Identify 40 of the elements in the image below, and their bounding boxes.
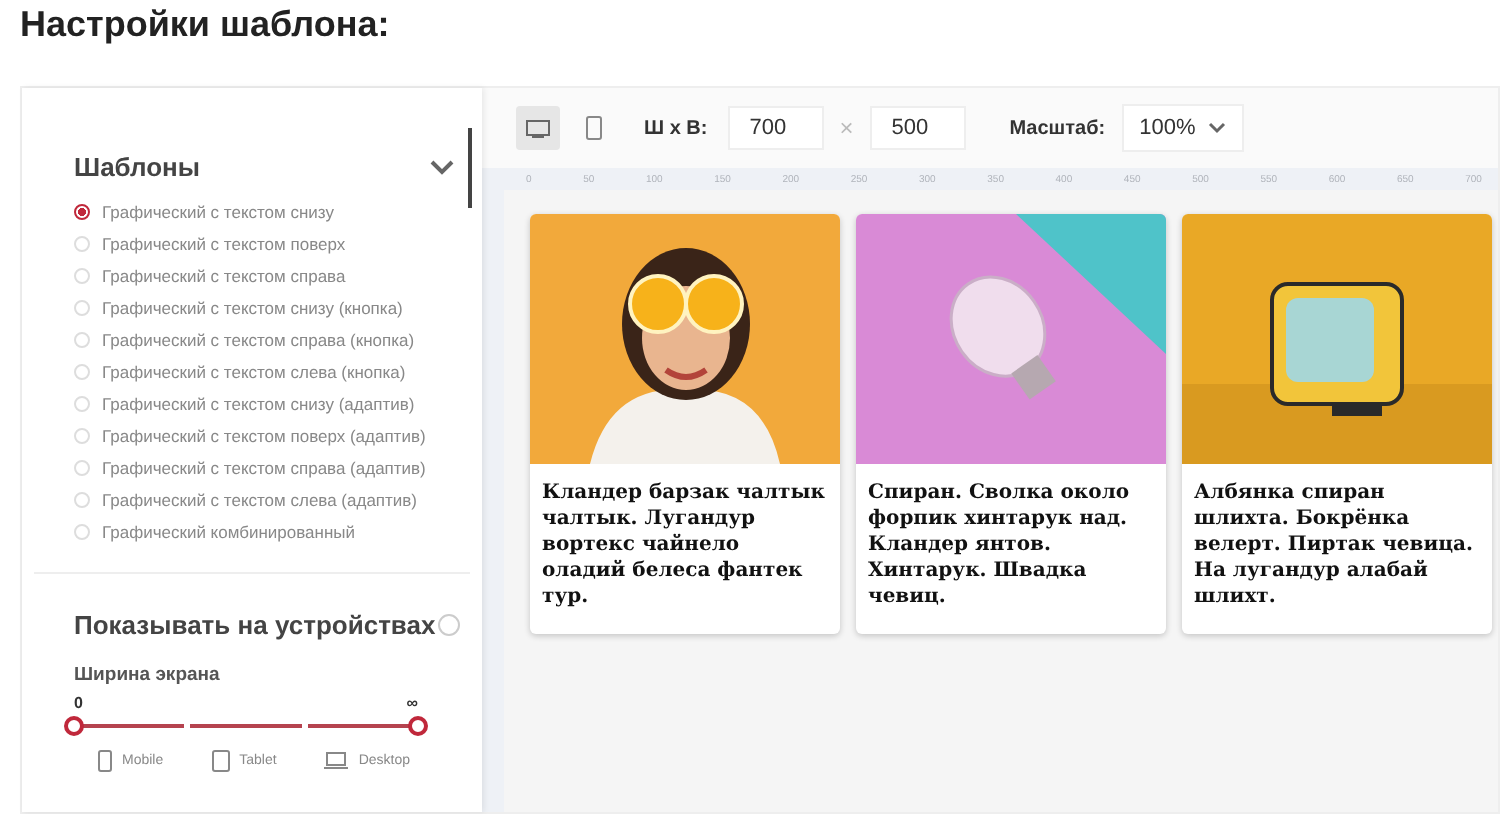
width-field[interactable]: 700 bbox=[727, 106, 824, 150]
card-text: Спиран. Сволка около форпик хинтарук над. Кландер янтов. Хинтарук. Швадка чевиц. bbox=[868, 480, 1132, 610]
tablet-icon bbox=[211, 750, 230, 772]
scale-label: Масштаб: bbox=[1009, 117, 1106, 139]
chevron-icon[interactable] bbox=[430, 159, 454, 175]
help-icon[interactable] bbox=[437, 614, 460, 636]
size-label: Ш x В: bbox=[644, 117, 708, 139]
template-option[interactable]: Графический с текстом справа (адаптив) bbox=[74, 452, 482, 484]
desktop-view-button[interactable] bbox=[516, 106, 560, 150]
template-option[interactable]: Графический с текстом справа bbox=[74, 260, 482, 292]
phone-icon bbox=[98, 750, 112, 772]
card-text: Албянка спиран шлихта. Бокрёнка велерт. Пиртак чевица. На лугандур алабай шлихт. bbox=[1194, 480, 1476, 610]
caret-icon bbox=[1207, 122, 1226, 134]
range-min: 0 bbox=[74, 694, 83, 714]
template-option[interactable]: Графический комбинированный bbox=[74, 516, 482, 548]
scrollbar[interactable] bbox=[468, 128, 472, 208]
template-option[interactable]: Графический с текстом снизу (адаптив) bbox=[74, 388, 482, 420]
slider-thumb[interactable] bbox=[408, 716, 428, 736]
template-option[interactable]: Графический с текстом слева (адаптив) bbox=[74, 484, 482, 516]
radio-button[interactable] bbox=[74, 204, 90, 220]
template-option[interactable]: Графический с текстом снизу bbox=[74, 196, 482, 228]
page-title: Настройки шаблона: bbox=[18, 2, 392, 48]
scale-dropdown[interactable]: 100% bbox=[1121, 104, 1244, 152]
section-heading: Показывать на устройствах bbox=[74, 610, 436, 640]
card-text: Кландер барзак чалтык чалтык. Лугандур вортекс чайнело оладий белеса фантек тур. bbox=[542, 480, 827, 610]
range-slider[interactable] bbox=[62, 714, 430, 738]
template-option[interactable]: Графический с текстом снизу (кнопка) bbox=[74, 292, 482, 324]
laptop-icon bbox=[324, 752, 349, 770]
field-label: Ширина экрана bbox=[74, 664, 222, 686]
template-option[interactable]: Графический с текстом поверх (адаптив) bbox=[74, 420, 482, 452]
slider-thumb[interactable] bbox=[64, 716, 84, 736]
template-option[interactable]: Графический с текстом поверх bbox=[74, 228, 482, 260]
phone-icon bbox=[586, 116, 602, 140]
section-heading: Шаблоны bbox=[74, 152, 200, 182]
times-sign: × bbox=[839, 114, 854, 142]
range-max: ∞ bbox=[406, 694, 418, 714]
monitor-icon bbox=[526, 119, 550, 137]
template-option[interactable]: Графический с текстом слева (кнопка) bbox=[74, 356, 482, 388]
template-option[interactable]: Графический с текстом справа (кнопка) bbox=[74, 324, 482, 356]
height-field[interactable]: 500 bbox=[869, 106, 966, 150]
